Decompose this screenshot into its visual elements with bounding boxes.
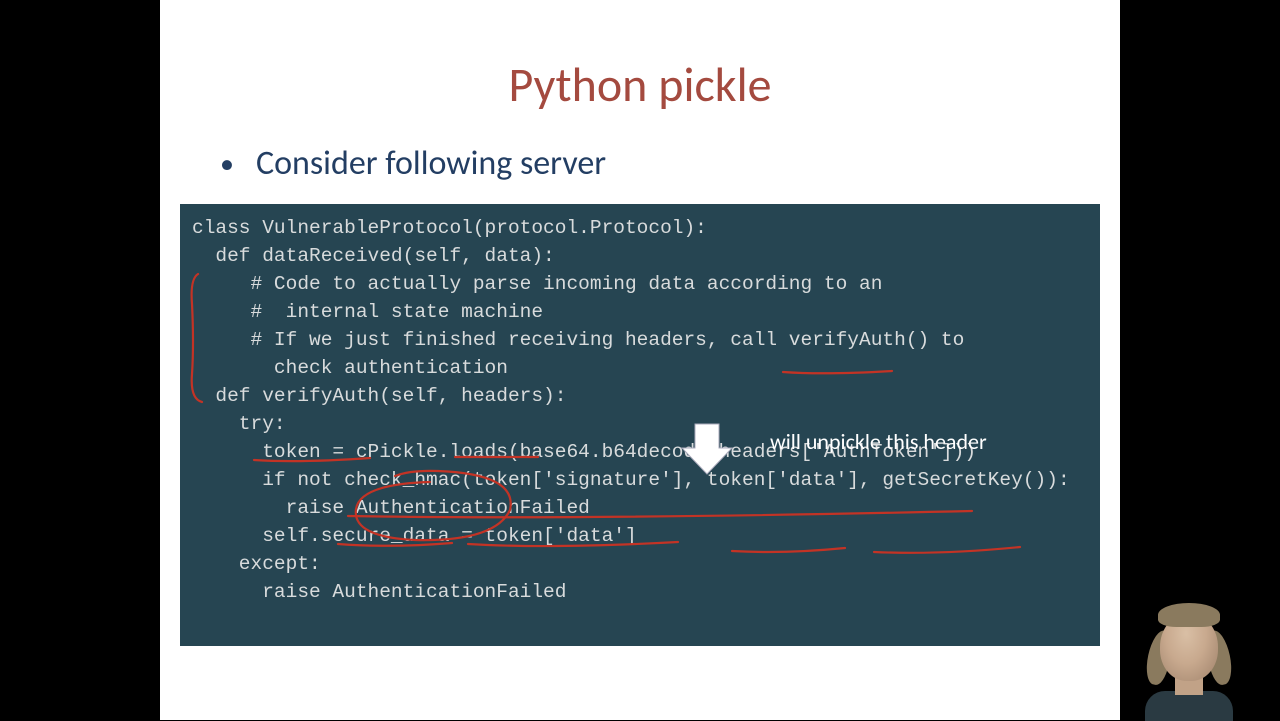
webcam-thumbnail [1130,595,1245,715]
code-line: # internal state machine [192,298,1088,326]
bullet-item: • Consider following server [220,144,1120,184]
code-line: def dataReceived(self, data): [192,242,1088,270]
code-line: # If we just finished receiving headers,… [192,326,1088,354]
code-block: class VulnerableProtocol(protocol.Protoc… [180,204,1100,646]
code-line: def verifyAuth(self, headers): [192,382,1088,410]
annotation-label: will unpickle this header [770,428,987,456]
slide-title: Python pickle [160,55,1120,114]
slide: Python pickle • Consider following serve… [160,0,1120,720]
code-line: if not check_hmac(token['signature'], to… [192,466,1088,494]
code-line: raise AuthenticationFailed [192,578,1088,606]
bullet-dot-icon: • [220,144,234,184]
arrow-down-icon [678,420,736,478]
code-line: # Code to actually parse incoming data a… [192,270,1088,298]
code-line: self.secure_data = token['data'] [192,522,1088,550]
bullet-text: Consider following server [256,144,606,184]
code-line: class VulnerableProtocol(protocol.Protoc… [192,214,1088,242]
code-line: check authentication [192,354,1088,382]
code-line: except: [192,550,1088,578]
code-line: raise AuthenticationFailed [192,494,1088,522]
